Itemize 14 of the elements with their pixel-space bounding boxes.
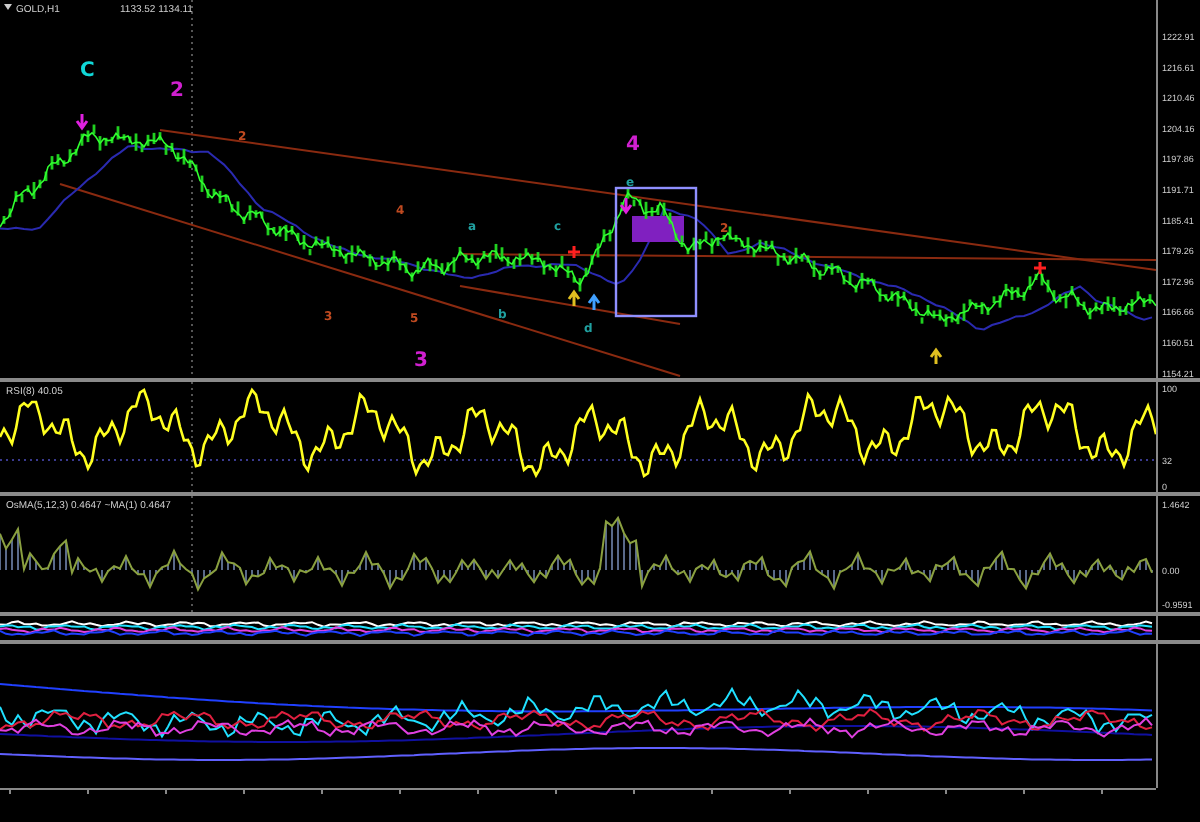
wave-label: 2	[170, 80, 184, 102]
arrow-down-icon	[75, 112, 89, 131]
selection-rectangle	[614, 186, 698, 318]
cross-icon	[566, 244, 582, 260]
wave-label: C	[80, 60, 95, 82]
arrow-up-icon	[929, 347, 943, 366]
wave-label: 3	[414, 350, 428, 372]
highlight-fill	[632, 216, 684, 242]
wave-label: 4	[626, 134, 640, 156]
arrow-up-icon	[567, 289, 581, 308]
arrow-down-icon	[619, 196, 633, 215]
cross-icon	[1032, 260, 1048, 276]
arrow-up-icon	[587, 293, 601, 312]
collapse-arrow-icon	[4, 4, 12, 10]
